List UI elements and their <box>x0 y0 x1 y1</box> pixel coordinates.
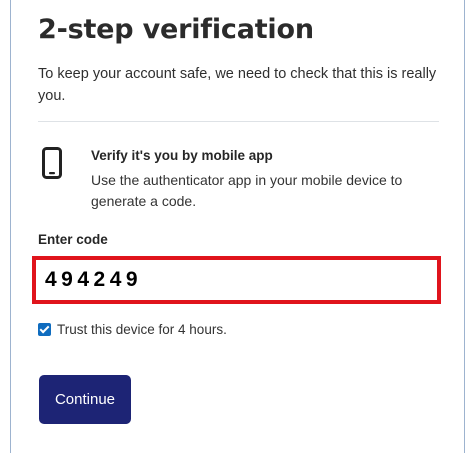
method-title: Verify it's you by mobile app <box>91 148 273 163</box>
intro-text: To keep your account safe, we need to ch… <box>38 66 437 104</box>
continue-button[interactable]: Continue <box>39 375 131 424</box>
code-input[interactable] <box>32 256 441 304</box>
code-label: Enter code <box>38 232 108 247</box>
trust-device-row: Trust this device for 4 hours. <box>38 322 227 337</box>
trust-device-label[interactable]: Trust this device for 4 hours. <box>57 322 227 337</box>
page-title: 2-step verification <box>38 14 314 45</box>
method-description: Use the authenticator app in your mobile… <box>91 172 403 209</box>
mobile-phone-icon <box>42 147 62 179</box>
trust-device-checkbox[interactable] <box>38 323 51 336</box>
divider <box>38 121 439 122</box>
